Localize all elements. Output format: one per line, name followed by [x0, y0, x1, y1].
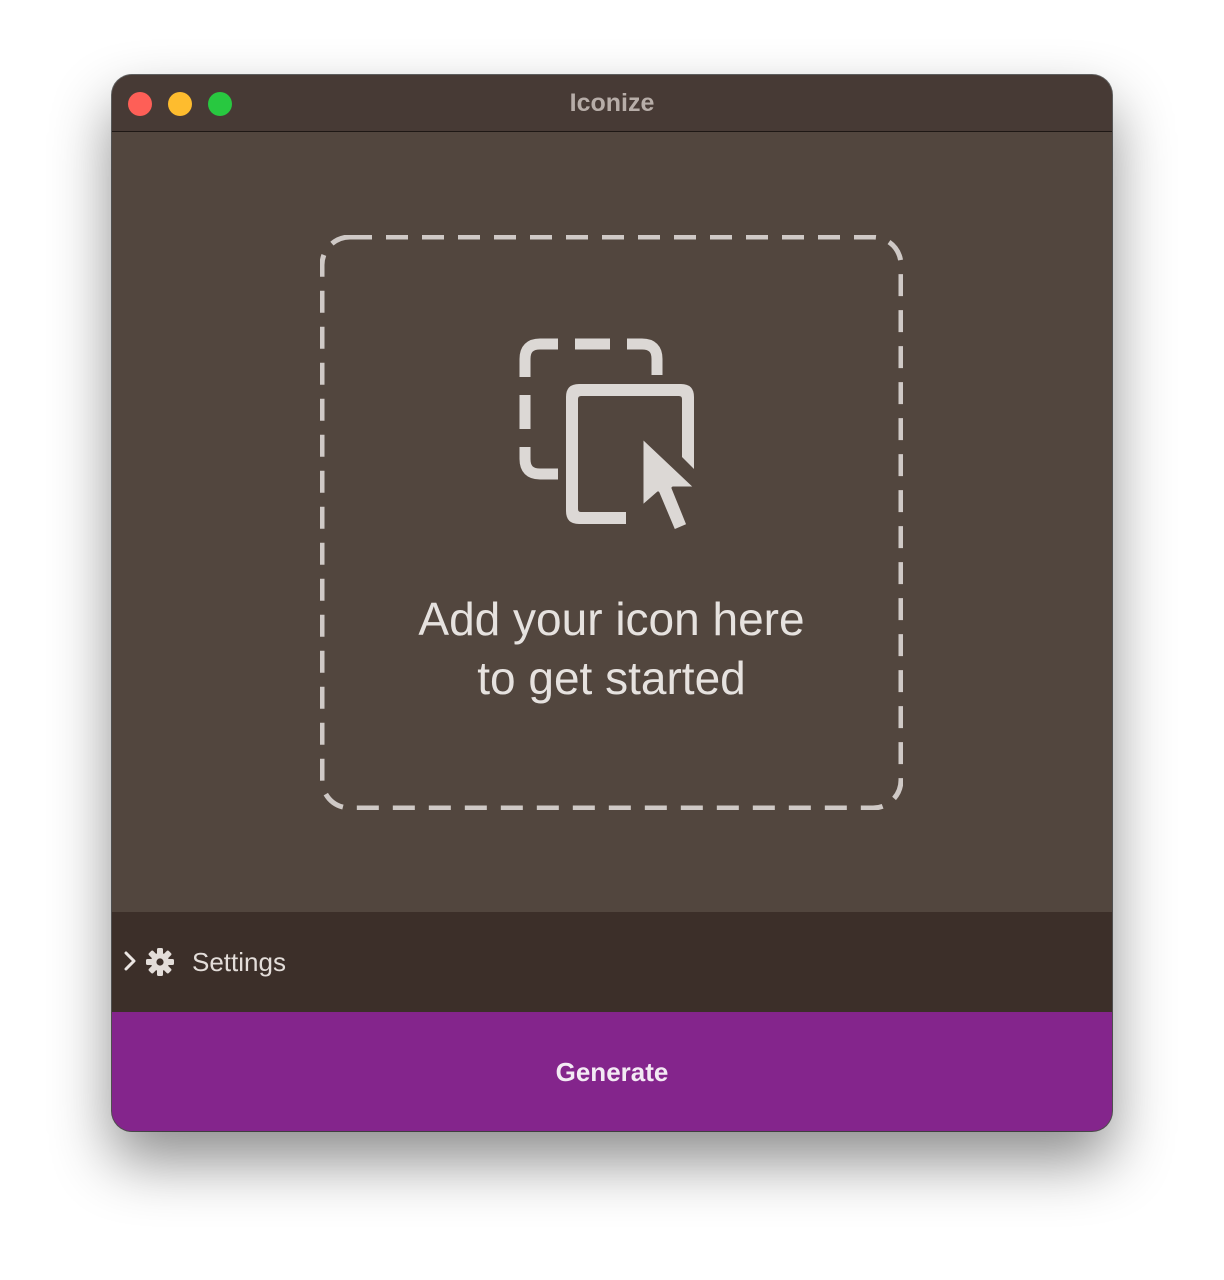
generate-button[interactable]: Generate [112, 1012, 1112, 1131]
drop-zone-subtitle: to get started [477, 652, 746, 704]
settings-disclosure[interactable]: Settings [112, 912, 1112, 1012]
main-content: Add your icon here to get started [112, 132, 1112, 912]
settings-label: Settings [192, 947, 286, 977]
drag-drop-icon [519, 338, 698, 533]
icon-drop-zone[interactable]: Add your icon here to get started [320, 235, 903, 810]
drop-zone-title: Add your icon here [418, 593, 805, 645]
chevron-right-icon[interactable] [122, 949, 138, 973]
title-bar[interactable]: Iconize [112, 75, 1112, 132]
gear-icon [146, 948, 174, 976]
generate-label: Generate [555, 1057, 669, 1087]
window-title: Iconize [569, 89, 655, 117]
app-window: Iconize Add your icon here to get starte… [112, 75, 1112, 1131]
